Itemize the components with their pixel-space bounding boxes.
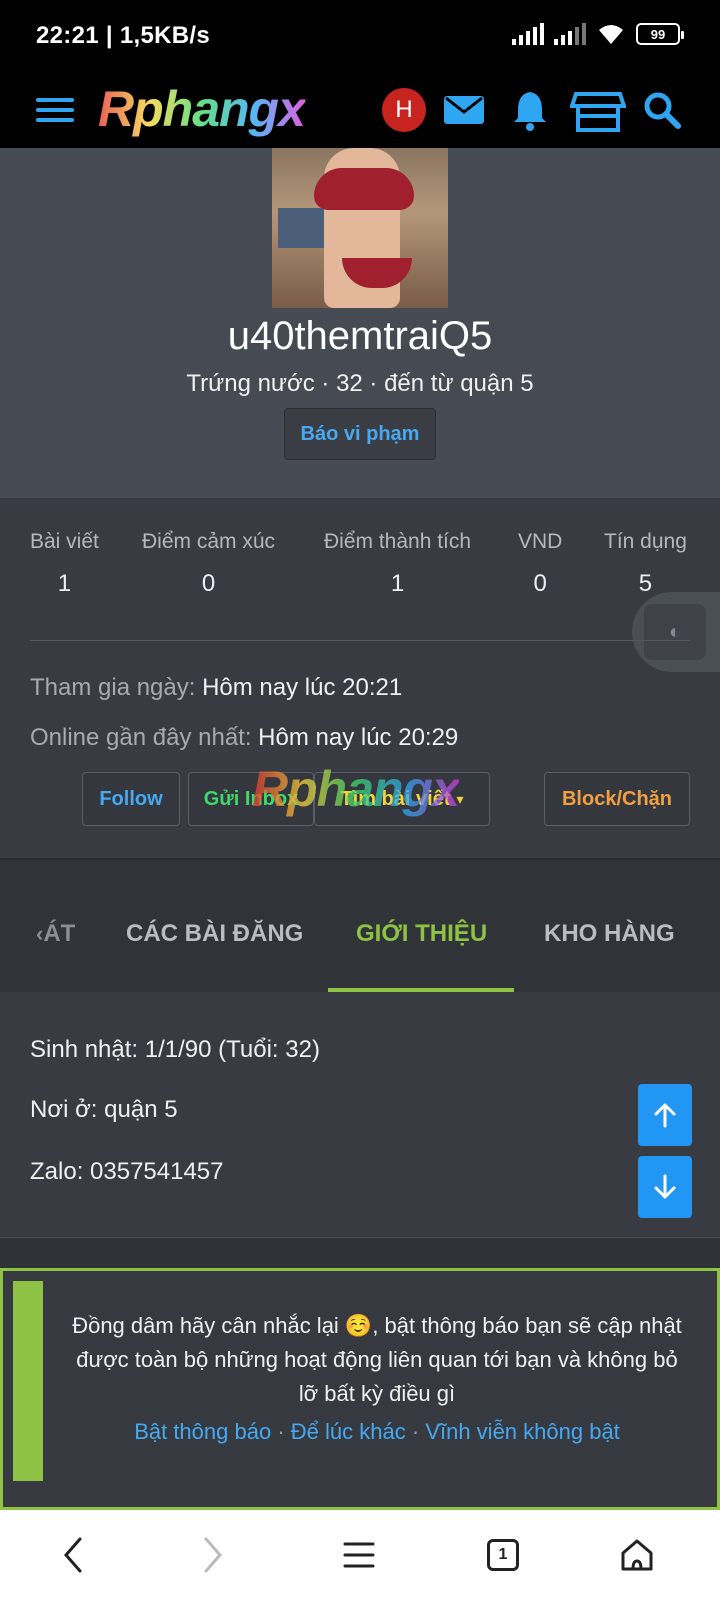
theme-toggle-button[interactable]: ◐: [632, 592, 720, 672]
block-button[interactable]: Block/Chặn: [544, 772, 690, 826]
mail-icon[interactable]: [440, 86, 488, 134]
tab-label: ÁT: [43, 920, 76, 947]
signal-icon-2: [554, 23, 586, 45]
home-icon[interactable]: [612, 1530, 662, 1580]
store-icon[interactable]: [570, 86, 626, 134]
stat-posts[interactable]: Bài viết 1: [30, 530, 99, 598]
site-logo[interactable]: Rphangx: [98, 80, 306, 138]
birthday: Sinh nhật: 1/1/90 (Tuổi: 32): [30, 1036, 320, 1063]
profile-meta: Trứng nước · 32 · đến từ quận 5: [186, 370, 534, 397]
notice-message: Đồng dâm hãy cân nhắc lại ☺️, bật thông …: [72, 1313, 682, 1406]
stat-label: Điểm cảm xúc: [142, 530, 276, 553]
stat-label: Điểm thành tích: [324, 530, 472, 553]
location: Nơi ở: quận 5: [30, 1096, 178, 1123]
menu-icon[interactable]: [36, 90, 74, 130]
battery-level: 99: [650, 26, 666, 42]
contrast-icon: ◐: [644, 604, 706, 660]
stat-value: 0: [201, 570, 216, 597]
search-icon[interactable]: [638, 86, 686, 134]
profile-header: u40themtraiQ5 Trứng nước · 32 · đến từ q…: [0, 148, 720, 498]
tab-about[interactable]: GIỚI THIỆU: [356, 920, 487, 948]
arrow-down-icon: [654, 1174, 676, 1199]
app-header: Rphangx H: [0, 72, 720, 148]
stat-reactions[interactable]: Điểm cảm xúc 0: [142, 530, 275, 598]
stat-label: VND: [518, 530, 563, 553]
browser-nav-bar: 1: [0, 1510, 720, 1600]
stat-vnd[interactable]: VND 0: [518, 530, 562, 598]
profile-photo[interactable]: [272, 148, 448, 308]
forward-icon[interactable]: [188, 1530, 238, 1580]
notice-actions: Bật thông báo · Để lúc khác · Vĩnh viễn …: [67, 1419, 687, 1445]
profile-username: u40themtraiQ5: [227, 314, 493, 358]
about-section: Sinh nhật: 1/1/90 (Tuổi: 32) Nơi ở: quận…: [0, 992, 720, 1238]
tabs-icon[interactable]: 1: [478, 1530, 528, 1580]
online-label: Online gần đây nhất:: [30, 724, 252, 751]
stat-value: 1: [390, 570, 405, 597]
find-posts-label: Tìm bài viết: [340, 787, 451, 810]
online-value: Hôm nay lúc 20:29: [258, 724, 459, 751]
tab-count: 1: [487, 1539, 519, 1571]
joined-label: Tham gia ngày:: [30, 674, 196, 701]
signal-icon: [512, 23, 544, 45]
caret-down-icon: ▾: [456, 790, 464, 807]
status-time: 22:21 | 1,5KB/s: [36, 22, 210, 49]
wifi-icon: [599, 25, 623, 44]
zalo-contact: Zalo: 0357541457: [30, 1158, 224, 1185]
joined-value: Hôm nay lúc 20:21: [202, 674, 403, 701]
scroll-top-button[interactable]: [638, 1084, 692, 1146]
notification-prompt: Đồng dâm hãy cân nhắc lại ☺️, bật thông …: [0, 1268, 720, 1510]
stat-label: Tín dụng: [604, 530, 687, 553]
tab-previous[interactable]: ‹ÁT: [36, 920, 75, 948]
never-enable-link[interactable]: Vĩnh viễn không bật: [425, 1419, 619, 1444]
separator: ·: [277, 1419, 285, 1444]
report-button[interactable]: Báo vi phạm: [284, 408, 436, 460]
enable-notifications-link[interactable]: Bật thông báo: [134, 1419, 271, 1444]
find-posts-button[interactable]: Tìm bài viết ▾: [314, 772, 490, 826]
status-bar: 22:21 | 1,5KB/s 99: [0, 0, 720, 72]
status-icons: 99: [512, 22, 684, 46]
send-inbox-button[interactable]: Gửi Inbox: [188, 772, 314, 826]
stat-value: 1: [57, 570, 72, 597]
profile-tabs: ‹ÁT CÁC BÀI ĐĂNG GIỚI THIỆU KHO HÀNG: [0, 858, 720, 992]
stat-label: Bài viết: [30, 530, 99, 553]
menu-lines-icon[interactable]: [334, 1530, 384, 1580]
user-avatar[interactable]: H: [382, 88, 426, 132]
scroll-bottom-button[interactable]: [638, 1156, 692, 1218]
back-icon[interactable]: [48, 1530, 98, 1580]
follow-button[interactable]: Follow: [82, 772, 180, 826]
stats-panel: Bài viết 1 Điểm cảm xúc 0 Điểm thành tíc…: [0, 498, 720, 858]
notice-accent-bar: [13, 1281, 43, 1481]
last-online: Online gần đây nhất: Hôm nay lúc 20:29: [30, 724, 458, 752]
stat-achievements[interactable]: Điểm thành tích 1: [324, 530, 471, 598]
stat-value: 0: [533, 570, 547, 597]
divider: [30, 640, 690, 641]
tab-inventory[interactable]: KHO HÀNG: [544, 920, 675, 948]
arrow-up-icon: [654, 1103, 676, 1128]
bell-icon[interactable]: [506, 86, 554, 134]
stat-credit[interactable]: Tín dụng 5: [604, 530, 687, 598]
battery-icon: 99: [636, 23, 684, 45]
remind-later-link[interactable]: Để lúc khác: [291, 1419, 406, 1444]
tab-posts[interactable]: CÁC BÀI ĐĂNG: [126, 920, 303, 948]
joined-date: Tham gia ngày: Hôm nay lúc 20:21: [30, 674, 402, 702]
separator: ·: [411, 1419, 420, 1444]
